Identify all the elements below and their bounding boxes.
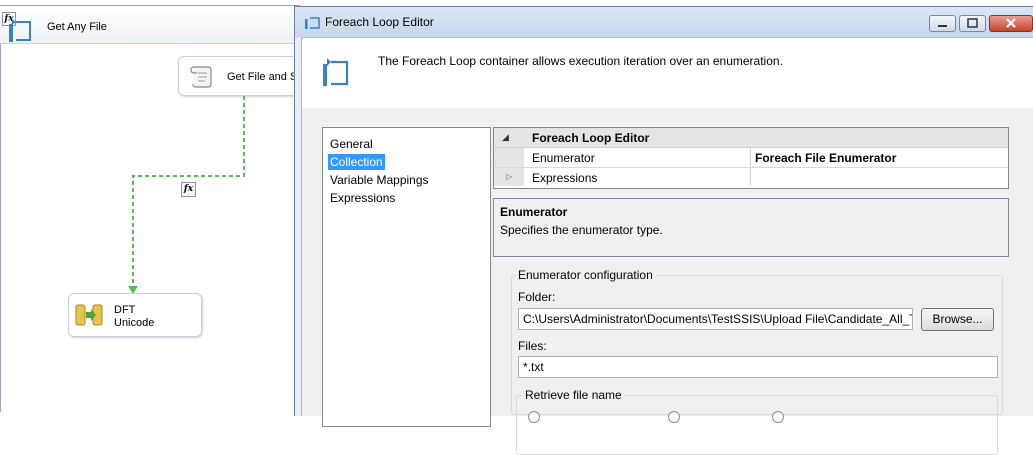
dialog-description-area: The Foreach Loop container allows execut… (302, 38, 1033, 108)
dialog-description: The Foreach Loop container allows execut… (378, 54, 783, 68)
script-task-box[interactable]: Get File and Se (178, 56, 308, 96)
minimize-button[interactable] (929, 15, 956, 32)
property-grid[interactable]: ◢ Foreach Loop Editor Enumerator Foreach… (493, 127, 1009, 189)
browse-button[interactable]: Browse... (921, 308, 994, 331)
script-scroll-icon (190, 66, 212, 88)
foreach-container-header[interactable]: fx Get Any File (0, 6, 300, 44)
close-icon (1006, 18, 1016, 28)
maximize-icon (967, 18, 978, 28)
radio-option-2[interactable] (668, 411, 680, 423)
minimize-icon (938, 25, 947, 27)
constraint-fx-icon[interactable]: fx (181, 182, 196, 197)
nav-item-general[interactable]: General (328, 136, 375, 152)
property-help-box: Enumerator Specifies the enumerator type… (493, 198, 1009, 257)
dft-label-line2: Unicode (114, 317, 155, 329)
script-task-label: Get File and Se (227, 71, 304, 83)
nav-item-variable-mappings[interactable]: Variable Mappings (328, 172, 431, 188)
enumerator-configuration-label: Enumerator configuration (515, 268, 656, 282)
files-input[interactable]: *.txt (518, 356, 998, 378)
retrieve-file-name-group (516, 395, 998, 455)
row-gutter (494, 148, 524, 167)
dialog-title: Foreach Loop Editor (325, 15, 434, 29)
nav-item-expressions[interactable]: Expressions (328, 190, 397, 206)
foreach-loop-editor-dialog[interactable]: Foreach Loop Editor The Foreach Loop con… (294, 6, 1033, 455)
property-name: Enumerator (532, 151, 595, 165)
folder-label: Folder: (518, 290, 556, 304)
collapse-arrow-icon[interactable]: ◢ (502, 132, 509, 143)
close-button[interactable] (989, 15, 1033, 32)
files-label: Files: (518, 339, 547, 353)
expand-arrow-icon[interactable]: ▷ (506, 172, 512, 181)
help-description: Specifies the enumerator type. (500, 223, 663, 237)
foreach-loop-icon (9, 19, 31, 42)
dft-task-box[interactable]: DFT Unicode (68, 293, 202, 337)
dialog-titlebar[interactable]: Foreach Loop Editor (295, 7, 1033, 37)
property-value-expressions[interactable] (750, 168, 1008, 186)
radio-option-3[interactable] (772, 411, 784, 423)
folder-input[interactable]: C:\Users\Administrator\Documents\TestSSI… (518, 308, 913, 330)
radio-option-1[interactable] (528, 411, 540, 423)
dft-task-label: DFT Unicode (114, 304, 154, 330)
maximize-button[interactable] (959, 15, 986, 32)
dft-label-line1: DFT (114, 304, 136, 316)
nav-item-collection[interactable]: Collection (328, 154, 385, 170)
foreach-loop-icon (305, 17, 320, 29)
property-category-label: Foreach Loop Editor (532, 131, 650, 145)
dialog-client-area: The Foreach Loop container allows execut… (301, 37, 1033, 455)
property-row-enumerator[interactable]: Enumerator Foreach File Enumerator (494, 148, 1008, 167)
foreach-loop-icon (323, 58, 349, 86)
data-flow-task-icon (75, 304, 103, 326)
property-name: Expressions (532, 171, 598, 185)
container-title: Get Any File (47, 21, 107, 33)
help-title: Enumerator (500, 205, 568, 219)
property-value-enumerator[interactable]: Foreach File Enumerator (750, 148, 1008, 167)
property-row-expressions[interactable]: ▷ Expressions (494, 167, 1008, 186)
retrieve-file-name-label: Retrieve file name (522, 388, 625, 402)
container-border-left (0, 6, 1, 412)
property-category-row[interactable]: ◢ Foreach Loop Editor (494, 128, 1008, 148)
